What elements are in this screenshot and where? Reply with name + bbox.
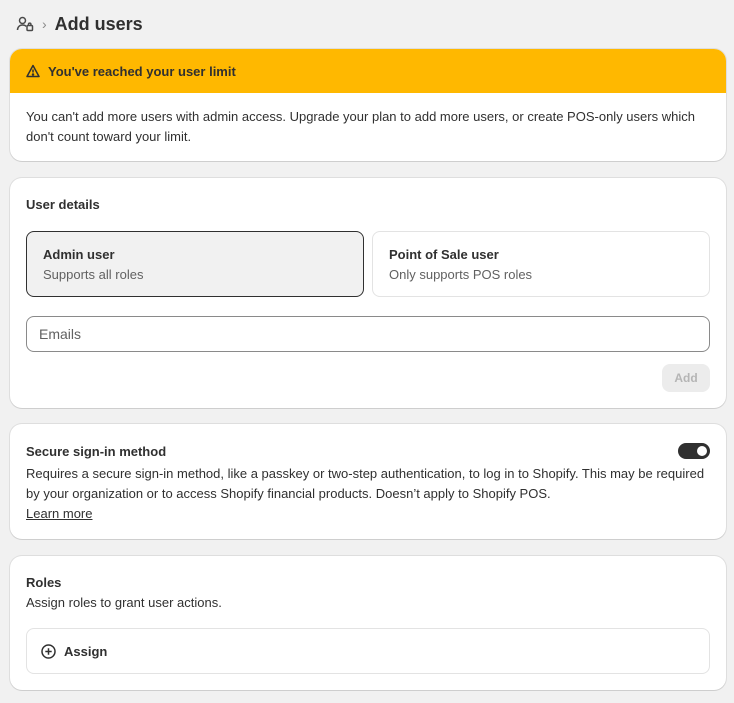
assign-label: Assign	[64, 643, 108, 659]
option-title: Admin user	[43, 247, 115, 262]
option-title: Point of Sale user	[389, 247, 499, 262]
user-details-title: User details	[26, 197, 100, 212]
option-subtitle: Only supports POS roles	[389, 267, 533, 282]
user-details-card: User details Admin user Supports all rol…	[10, 178, 726, 408]
description-text: Requires a secure sign-in method, like a…	[26, 466, 705, 501]
assign-roles-button[interactable]: Assign	[26, 628, 710, 674]
user-limit-banner: You've reached your user limit You can't…	[10, 49, 726, 161]
roles-title: Roles	[26, 575, 62, 590]
page-title: Add users	[54, 13, 143, 34]
toggle-knob	[697, 446, 707, 456]
roles-card: Roles Assign roles to grant user actions…	[10, 556, 726, 690]
warning-icon	[26, 64, 40, 78]
option-subtitle: Supports all roles	[43, 267, 144, 282]
breadcrumb-separator: ›	[42, 16, 47, 32]
learn-more-link[interactable]: Learn more	[26, 506, 92, 521]
roles-subtitle: Assign roles to grant user actions.	[26, 595, 222, 610]
users-icon[interactable]	[16, 15, 34, 33]
secure-signin-card: Secure sign-in method Requires a secure …	[10, 424, 726, 539]
plus-circle-icon	[41, 643, 56, 659]
banner-header: You've reached your user limit	[10, 49, 726, 93]
admin-user-option[interactable]: Admin user Supports all roles	[26, 231, 364, 297]
add-button[interactable]: Add	[662, 364, 710, 392]
pos-user-option[interactable]: Point of Sale user Only supports POS rol…	[372, 231, 710, 297]
secure-signin-description: Requires a secure sign-in method, like a…	[26, 464, 706, 524]
emails-input[interactable]	[26, 316, 710, 352]
page-header: › Add users	[16, 12, 143, 36]
banner-message: You can't add more users with admin acce…	[26, 109, 695, 144]
banner-title: You've reached your user limit	[48, 63, 236, 79]
secure-signin-title: Secure sign-in method	[26, 444, 167, 459]
secure-signin-toggle[interactable]	[678, 443, 710, 459]
